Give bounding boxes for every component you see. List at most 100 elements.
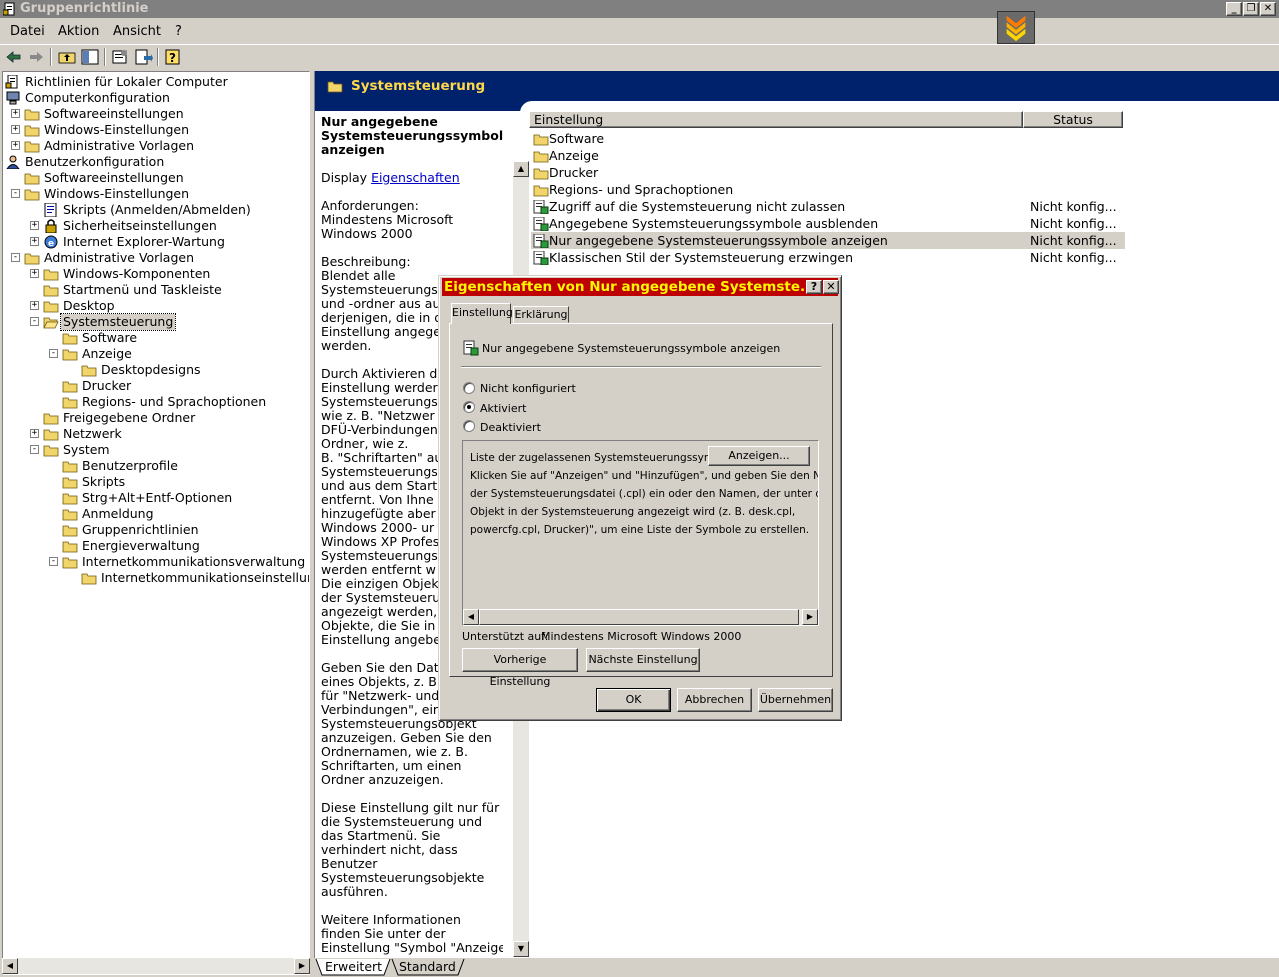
cancel-button[interactable]: Abbrechen: [677, 688, 752, 712]
title-bar: Gruppenrichtlinie _ ❐ ✕: [0, 0, 1279, 18]
export-list-icon[interactable]: [133, 48, 153, 66]
column-header-status[interactable]: Status: [1023, 111, 1123, 128]
list-item[interactable]: Zugriff auf die Systemsteuerung nicht zu…: [531, 198, 1125, 215]
script-icon: [43, 202, 59, 218]
properties-dialog: Eigenschaften von Nur angegebene Systems…: [438, 275, 842, 721]
options-horizontal-scrollbar[interactable]: ◀ ▶: [463, 609, 818, 625]
minimize-button[interactable]: _: [1226, 2, 1242, 16]
scroll-down-icon[interactable]: ▼: [513, 941, 529, 957]
list-item-status: Nicht konfig...: [1030, 199, 1117, 214]
radio-disabled[interactable]: [463, 420, 475, 432]
folder-icon: [62, 555, 78, 569]
requirement-line: Anforderungen:: [321, 198, 419, 213]
list-item-name: Klassischen Stil der Systemsteuerung erz…: [549, 250, 853, 265]
show-list-button[interactable]: Anzeigen...: [708, 446, 810, 466]
list-item[interactable]: Software: [531, 130, 1125, 147]
list-item[interactable]: Regions- und Sprachoptionen: [531, 181, 1125, 198]
expand-plus-icon[interactable]: +: [30, 237, 39, 246]
policy-icon: [5, 74, 21, 89]
tab-extended[interactable]: Erweitert: [325, 959, 382, 974]
setting-title: Nur angegebene Systemsteuerungssymbole a…: [321, 115, 503, 157]
scroll-left-icon[interactable]: ◀: [2, 958, 18, 974]
previous-setting-button[interactable]: Vorherige Einstellung: [462, 648, 578, 688]
help-text-line: Objekt in der Systemsteuerung angezeigt …: [470, 506, 796, 518]
forward-arrow-icon[interactable]: [26, 48, 46, 66]
restore-icon: ❐: [1246, 3, 1256, 14]
policy-setting-icon: [533, 250, 549, 269]
tree-node-label: Regions- und Sprachoptionen: [82, 394, 267, 409]
list-item[interactable]: Drucker: [531, 164, 1125, 181]
help-text-line: powercfg.cpl, Drucker)", um eine Liste d…: [470, 524, 810, 536]
scroll-left-icon[interactable]: ◀: [463, 609, 479, 625]
expand-plus-icon[interactable]: +: [30, 301, 39, 310]
expand-plus-icon[interactable]: +: [11, 125, 20, 134]
scroll-up-icon[interactable]: ▲: [513, 161, 529, 177]
radio-not-configured[interactable]: [463, 382, 475, 394]
ok-button[interactable]: OK: [596, 688, 671, 712]
tree-node-label: Energieverwaltung: [82, 538, 200, 553]
list-item[interactable]: Klassischen Stil der Systemsteuerung erz…: [531, 249, 1125, 266]
expand-plus-icon[interactable]: +: [30, 429, 39, 438]
toolbar: ?: [0, 44, 1279, 68]
folder-icon: [81, 363, 97, 377]
menu-aktion[interactable]: Aktion: [58, 24, 99, 39]
folder-icon: [24, 171, 40, 185]
folder-icon: [43, 267, 59, 281]
maximize-button[interactable]: ❐: [1243, 2, 1259, 16]
console-tree[interactable]: Richtlinien für Lokaler Computer - Compute…: [2, 71, 310, 975]
folder-icon: [327, 81, 343, 93]
help-text-line: Klicken Sie auf "Anzeigen" und "Hinzufüg…: [470, 470, 819, 482]
list-item-status: Nicht konfig...: [1030, 250, 1117, 265]
svg-text:?: ?: [169, 51, 176, 65]
dialog-help-button[interactable]: ?: [806, 280, 822, 294]
menu-datei[interactable]: Datei: [10, 24, 45, 39]
list-item[interactable]: Nur angegebene Systemsteuerungssymbole a…: [531, 232, 1125, 249]
collapse-minus-icon[interactable]: -: [49, 349, 58, 358]
collapse-minus-icon[interactable]: -: [11, 253, 20, 262]
tab-standard[interactable]: Standard: [399, 959, 456, 974]
close-button[interactable]: ✕: [1260, 2, 1276, 16]
properties-link[interactable]: Eigenschaften: [371, 170, 460, 185]
collapse-minus-icon[interactable]: -: [30, 317, 39, 326]
folder-icon: [62, 507, 78, 521]
apply-button[interactable]: Übernehmen: [758, 688, 833, 712]
column-header-setting[interactable]: Einstellung: [529, 111, 1023, 128]
radio-enabled[interactable]: [463, 401, 475, 413]
list-label: Liste der zugelassenen Systemsteuerungss…: [470, 452, 737, 464]
expand-plus-icon[interactable]: +: [11, 141, 20, 150]
list-item[interactable]: Angegebene Systemsteuerungssymbole ausbl…: [531, 215, 1125, 232]
scroll-right-icon[interactable]: ▶: [802, 609, 818, 625]
tree-node-label: Administrative Vorlagen: [44, 138, 195, 153]
tab-setting[interactable]: Einstellung: [451, 303, 513, 324]
tree-node-label: Softwareeinstellungen: [44, 170, 184, 185]
requirement-line: Windows 2000: [321, 226, 413, 241]
expand-plus-icon[interactable]: +: [30, 269, 39, 278]
tree-node-label: Strg+Alt+Entf-Optionen: [82, 490, 233, 505]
scroll-thumb[interactable]: [479, 609, 799, 625]
tab-explain[interactable]: Erklärung: [513, 306, 569, 323]
collapse-minus-icon[interactable]: -: [49, 557, 58, 566]
tree-node-label: Anmeldung: [82, 506, 154, 521]
back-arrow-icon[interactable]: [4, 48, 24, 66]
properties-icon[interactable]: [110, 48, 130, 66]
folder-icon: [43, 299, 59, 313]
scroll-right-icon[interactable]: ▶: [294, 958, 310, 974]
up-folder-icon[interactable]: [57, 48, 77, 66]
menu-ansicht[interactable]: Ansicht: [113, 24, 161, 39]
collapse-minus-icon[interactable]: -: [11, 189, 20, 198]
collapse-minus-icon[interactable]: -: [30, 445, 39, 454]
help-icon[interactable]: ?: [163, 48, 183, 66]
dialog-close-button[interactable]: ✕: [823, 280, 839, 294]
expand-plus-icon[interactable]: +: [30, 221, 39, 230]
tree-node-label: Software: [82, 330, 138, 345]
menu-help[interactable]: ?: [175, 24, 182, 39]
show-hide-tree-icon[interactable]: [80, 48, 100, 66]
folder-icon: [43, 283, 59, 297]
help-text-line: der Systemsteuerungsdatei (.cpl) ein ode…: [470, 488, 819, 500]
tree-horizontal-scrollbar[interactable]: ◀ ▶: [2, 958, 310, 974]
list-item[interactable]: Anzeige: [531, 147, 1125, 164]
folder-icon: [24, 187, 40, 201]
next-setting-button[interactable]: Nächste Einstellung: [586, 648, 700, 672]
description-line: [321, 787, 503, 801]
expand-plus-icon[interactable]: +: [11, 109, 20, 118]
